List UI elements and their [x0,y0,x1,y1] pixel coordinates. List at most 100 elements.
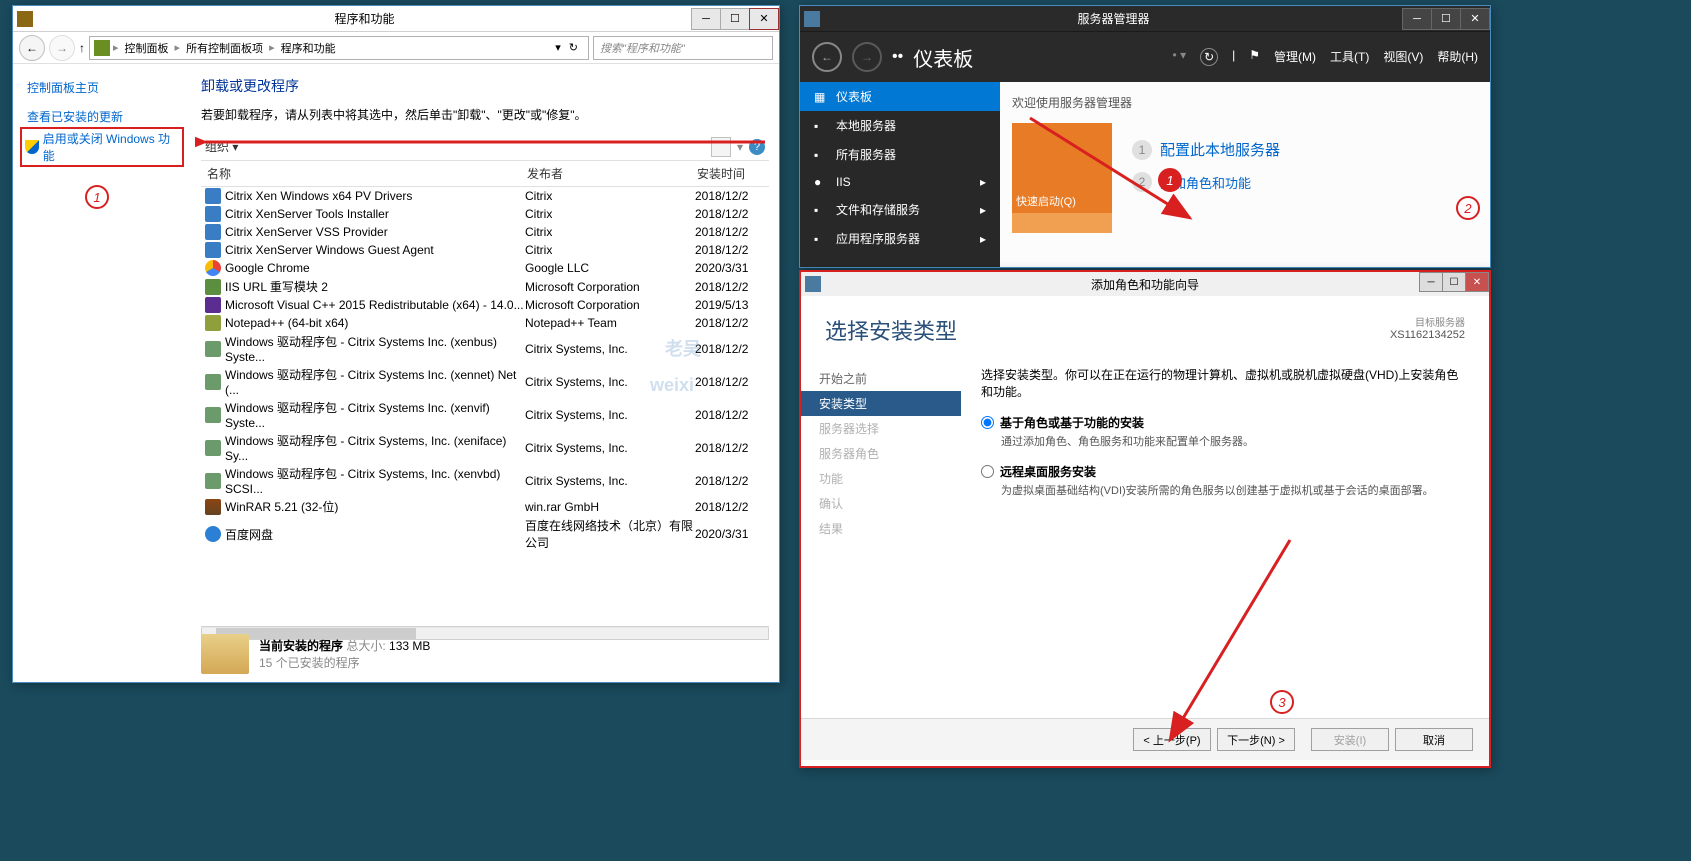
table-row[interactable]: Microsoft Visual C++ 2015 Redistributabl… [201,296,769,314]
sm-sidebar-item[interactable]: ▪文件和存储服务▸ [800,195,1000,224]
col-date[interactable]: 安装时间 [691,161,761,186]
programs-table: 名称 发布者 安装时间 Citrix Xen Windows x64 PV Dr… [201,161,769,552]
col-publisher[interactable]: 发布者 [521,161,691,186]
wiz-cancel-button[interactable]: 取消 [1395,728,1473,751]
program-publisher: Citrix Systems, Inc. [525,441,695,455]
crumb-1[interactable]: 控制面板 [122,40,172,56]
wiz-install-button[interactable]: 安装(I) [1311,728,1389,751]
pf-sidebar: 控制面板主页 查看已安装的更新 启用或关闭 Windows 功能 [13,64,191,682]
search-input[interactable]: 搜索"程序和功能" [593,36,773,60]
menu-manage[interactable]: 管理(M) [1274,48,1316,66]
wiz-next-button[interactable]: 下一步(N) > [1217,728,1295,751]
sm-sidebar-item[interactable]: ▪应用程序服务器▸ [800,224,1000,253]
wiz-step: 功能 [801,466,961,491]
add-roles-wizard-window: 添加角色和功能向导 ─ ☐ ✕ 选择安装类型 目标服务器 XS116213425… [799,270,1491,768]
flag-icon[interactable]: ⚑ [1249,48,1260,66]
col-name[interactable]: 名称 [201,161,521,186]
wiz-target-label: 目标服务器 [1390,314,1465,329]
table-row[interactable]: IIS URL 重写模块 2 Microsoft Corporation 201… [201,277,769,296]
pf-toolbar: 组织 ▾ ▾ ? [201,133,769,161]
sidebar-updates-link[interactable]: 查看已安装的更新 [21,105,183,128]
sm-forward-button[interactable]: → [852,42,882,72]
sidebar-home-link[interactable]: 控制面板主页 [21,76,183,99]
radio-input[interactable] [981,416,994,429]
wiz-minimize-button[interactable]: ─ [1419,272,1443,292]
table-row[interactable]: Windows 驱动程序包 - Citrix Systems Inc. (xen… [201,365,769,398]
minimize-button[interactable]: ─ [691,8,721,30]
quick-start-tile[interactable]: 快速启动(Q) [1012,123,1112,213]
table-row[interactable]: Citrix XenServer Windows Guest Agent Cit… [201,241,769,259]
program-date: 2018/12/2 [695,474,765,488]
sm-sidebar-item[interactable]: ▪所有服务器 [800,140,1000,169]
sm-main: 欢迎使用服务器管理器 快速启动(Q) 1配置此本地服务器2添加角色和功能 [1000,82,1490,267]
radio-option[interactable]: 远程桌面服务安装 [981,463,1469,480]
table-row[interactable]: Windows 驱动程序包 - Citrix Systems, Inc. (xe… [201,431,769,464]
sm-minimize-button[interactable]: ─ [1402,8,1432,30]
wiz-header: 选择安装类型 目标服务器 XS1162134252 [801,296,1489,358]
pf-title: 程序和功能 [334,10,394,27]
view-options-button[interactable] [711,137,731,157]
wiz-close-button[interactable]: ✕ [1465,272,1489,292]
sm-task-item[interactable]: 1配置此本地服务器 [1132,133,1458,166]
menu-view[interactable]: 视图(V) [1383,48,1423,66]
up-button[interactable]: ↑ [79,41,85,55]
footer-line1: 当前安装的程序 [259,639,343,653]
sm-maximize-button[interactable]: ☐ [1431,8,1461,30]
program-publisher: Citrix Systems, Inc. [525,408,695,422]
sm-sidebar: ▦仪表板▪本地服务器▪所有服务器●IIS▸▪文件和存储服务▸▪应用程序服务器▸ [800,82,1000,267]
maximize-button[interactable]: ☐ [720,8,750,30]
sm-back-button[interactable]: ← [812,42,842,72]
sm-item-label: IIS [836,175,851,189]
breadcrumb[interactable]: ▸ 控制面板 ▸ 所有控制面板项 ▸ 程序和功能 ▾↻ [89,36,589,60]
program-date: 2018/12/2 [695,375,765,389]
sm-item-label: 本地服务器 [836,117,896,134]
table-row[interactable]: Notepad++ (64-bit x64) Notepad++ Team 20… [201,314,769,332]
sidebar-windows-features-link[interactable]: 启用或关闭 Windows 功能 [21,128,183,166]
crumb-3[interactable]: 程序和功能 [278,40,339,56]
sm-sidebar-item[interactable]: ●IIS▸ [800,169,1000,195]
wiz-description: 选择安装类型。你可以在正在运行的物理计算机、虚拟机或脱机虚拟硬盘(VHD)上安装… [981,366,1469,400]
menu-help[interactable]: 帮助(H) [1437,48,1478,66]
sm-sidebar-item[interactable]: ▦仪表板 [800,82,1000,111]
table-row[interactable]: Citrix Xen Windows x64 PV Drivers Citrix… [201,187,769,205]
organize-button[interactable]: 组织 ▾ [205,138,238,155]
sm-sidebar-item[interactable]: ▪本地服务器 [800,111,1000,140]
radio-label: 基于角色或基于功能的安装 [1000,414,1144,431]
menu-tools[interactable]: 工具(T) [1330,48,1369,66]
program-icon [205,315,221,331]
table-row[interactable]: Windows 驱动程序包 - Citrix Systems Inc. (xen… [201,398,769,431]
close-button[interactable]: ✕ [749,8,779,30]
table-row[interactable]: Citrix XenServer Tools Installer Citrix … [201,205,769,223]
refresh-icon[interactable]: ↻ [1200,48,1218,66]
table-header[interactable]: 名称 发布者 安装时间 [201,161,769,187]
wiz-titlebar[interactable]: 添加角色和功能向导 ─ ☐ ✕ [801,272,1489,296]
table-row[interactable]: 百度网盘 百度在线网络技术（北京）有限公司 2020/3/31 [201,516,769,552]
wiz-step: 结果 [801,516,961,541]
table-row[interactable]: WinRAR 5.21 (32-位) win.rar GmbH 2018/12/… [201,497,769,516]
sm-task-item[interactable]: 2 添加角色和功能 [1132,166,1458,198]
radio-input[interactable] [981,465,994,478]
sm-item-label: 仪表板 [836,88,872,105]
task-text: 添加角色和功能 [1160,173,1251,192]
wiz-prev-button[interactable]: < 上一步(P) [1133,728,1211,751]
forward-button[interactable]: → [49,35,75,61]
table-row[interactable]: Windows 驱动程序包 - Citrix Systems, Inc. (xe… [201,464,769,497]
crumb-2[interactable]: 所有控制面板项 [183,40,266,56]
radio-option[interactable]: 基于角色或基于功能的安装 [981,414,1469,431]
wiz-step[interactable]: 安装类型 [801,391,961,416]
sm-titlebar[interactable]: 服务器管理器 ─ ☐ ✕ [800,6,1490,32]
help-icon[interactable]: ? [749,139,765,155]
back-button[interactable]: ← [19,35,45,61]
wiz-step[interactable]: 开始之前 [801,366,961,391]
pf-titlebar[interactable]: 程序和功能 ─ ☐ ✕ [13,6,779,32]
table-row[interactable]: Windows 驱动程序包 - Citrix Systems Inc. (xen… [201,332,769,365]
table-row[interactable]: Citrix XenServer VSS Provider Citrix 201… [201,223,769,241]
footer-size-label: 总大小: [346,639,385,653]
task-num: 2 [1132,172,1152,192]
wiz-maximize-button[interactable]: ☐ [1442,272,1466,292]
table-row[interactable]: Google Chrome Google LLC 2020/3/31 [201,259,769,277]
server-manager-window: 服务器管理器 ─ ☐ ✕ ← → •• 仪表板 • ▾ ↻ | ⚑ 管理(M) … [799,5,1491,268]
tile-orange-2[interactable] [1012,213,1112,233]
sm-close-button[interactable]: ✕ [1460,8,1490,30]
wiz-step: 服务器选择 [801,416,961,441]
